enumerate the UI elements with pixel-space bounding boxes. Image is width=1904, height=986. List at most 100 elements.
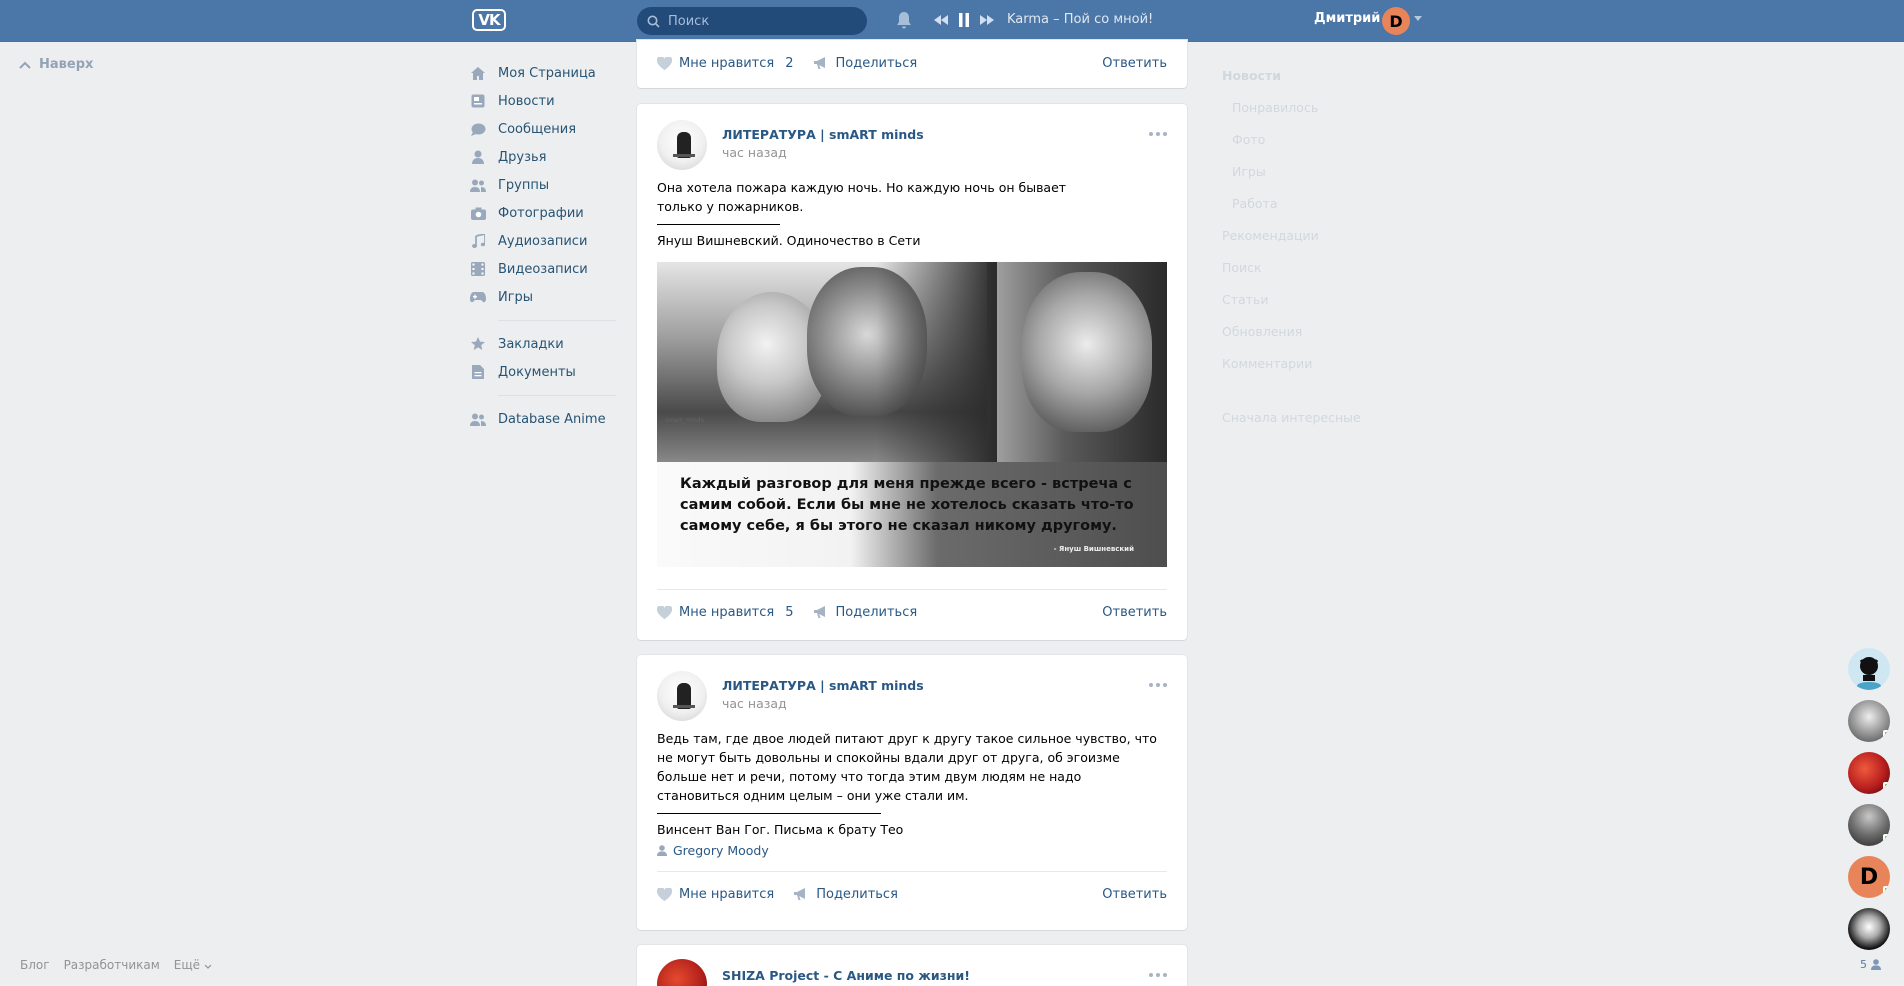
chat-avatar[interactable] xyxy=(1848,752,1890,794)
reply-button[interactable]: Ответить xyxy=(1102,605,1167,620)
feed-post: ЛИТЕРАТУРА | smART minds час назад Ведь … xyxy=(637,655,1187,930)
nav-app-database-anime[interactable]: Database Anime xyxy=(470,405,620,433)
bell-icon[interactable] xyxy=(894,10,914,30)
online-indicator xyxy=(1883,730,1890,740)
share-button[interactable]: Поделиться xyxy=(813,56,917,71)
footer-link-developers[interactable]: Разработчикам xyxy=(64,958,160,972)
filter-articles[interactable]: Статьи xyxy=(1202,283,1432,315)
now-playing-track[interactable]: Karma – Пой со мной! xyxy=(1007,12,1153,27)
online-indicator xyxy=(1883,834,1890,844)
filter-search[interactable]: Поиск xyxy=(1202,251,1432,283)
like-label: Мне нравится xyxy=(679,886,775,902)
gamepad-icon xyxy=(470,289,486,305)
post-header: ЛИТЕРАТУРА | smART minds час назад xyxy=(637,104,1187,178)
search-icon xyxy=(647,15,660,28)
nav-games[interactable]: Игры xyxy=(470,283,620,311)
filter-work[interactable]: Работа xyxy=(1202,187,1432,219)
filter-comments[interactable]: Комментарии xyxy=(1202,347,1432,379)
heart-icon xyxy=(657,887,672,901)
group-avatar[interactable] xyxy=(657,120,707,170)
post-text-body: Ведь там, где двое людей питают друг к д… xyxy=(657,731,1157,803)
music-note-icon xyxy=(470,233,486,249)
toggle-interesting-first[interactable]: Сначала интересные xyxy=(1202,401,1432,433)
more-options-icon[interactable] xyxy=(1149,683,1167,687)
user-name[interactable]: Дмитрий xyxy=(1314,11,1380,26)
share-button[interactable]: Поделиться xyxy=(794,887,898,902)
search-input[interactable] xyxy=(668,13,848,29)
post-text-source: Януш Вишневский. Одиночество в Сети xyxy=(657,233,921,248)
signer-name: Gregory Moody xyxy=(673,843,769,858)
chat-count[interactable]: 5 xyxy=(1860,958,1881,971)
pause-icon[interactable] xyxy=(956,12,972,28)
footer-link-blog[interactable]: Блог xyxy=(20,958,50,972)
filter-liked[interactable]: Понравилось xyxy=(1202,91,1432,123)
filter-photo[interactable]: Фото xyxy=(1202,123,1432,155)
chevron-down-icon[interactable] xyxy=(1414,16,1422,21)
chat-avatar[interactable] xyxy=(1848,804,1890,846)
chat-avatar[interactable]: D xyxy=(1848,856,1890,898)
like-button[interactable]: Мне нравится xyxy=(657,887,774,902)
feed-post: Мне нравится 2 Поделиться Ответить xyxy=(637,40,1187,88)
online-indicator xyxy=(1883,782,1890,792)
nav-messages[interactable]: Сообщения xyxy=(470,115,620,143)
image-signature: - Януш Вишневский xyxy=(1053,545,1134,553)
nav-label: Моя Страница xyxy=(498,65,596,81)
filter-label: Обновления xyxy=(1222,323,1303,339)
nav-label: Новости xyxy=(498,93,555,109)
post-author[interactable]: SHIZA Project - С Аниме по жизни! xyxy=(722,968,970,983)
filter-games[interactable]: Игры xyxy=(1202,155,1432,187)
post-header: ЛИТЕРАТУРА | smART minds час назад xyxy=(637,655,1187,729)
filter-updates[interactable]: Обновления xyxy=(1202,315,1432,347)
group-avatar[interactable] xyxy=(657,671,707,721)
post-time[interactable]: час назад xyxy=(722,145,787,160)
nav-friends[interactable]: Друзья xyxy=(470,143,620,171)
nav-my-page[interactable]: Моя Страница xyxy=(470,59,620,87)
reply-label: Ответить xyxy=(1102,604,1167,620)
more-options-icon[interactable] xyxy=(1149,132,1167,136)
chat-avatar[interactable] xyxy=(1848,648,1890,690)
search-box[interactable] xyxy=(637,7,867,35)
nav-label: Закладки xyxy=(498,336,564,352)
nav-documents[interactable]: Документы xyxy=(470,358,620,386)
filter-recommendations[interactable]: Рекомендации xyxy=(1202,219,1432,251)
previous-track-icon[interactable] xyxy=(933,12,949,28)
post-signer[interactable]: Gregory Moody xyxy=(637,839,1187,858)
github-octocat-icon xyxy=(1848,648,1890,690)
divider-line xyxy=(657,813,881,814)
post-time[interactable]: час назад xyxy=(722,696,787,711)
vk-logo[interactable]: VK xyxy=(472,9,506,31)
like-button[interactable]: Мне нравится 5 xyxy=(657,605,794,620)
filter-news[interactable]: Новости xyxy=(1202,59,1432,91)
reply-button[interactable]: Ответить xyxy=(1102,56,1167,71)
back-to-top-link[interactable]: Наверх xyxy=(19,57,93,72)
reply-button[interactable]: Ответить xyxy=(1102,887,1167,902)
chevron-down-icon xyxy=(204,964,212,969)
nav-video[interactable]: Видеозаписи xyxy=(470,255,620,283)
filter-label: Поиск xyxy=(1222,259,1262,275)
nav-bookmarks[interactable]: Закладки xyxy=(470,330,620,358)
filter-label: Комментарии xyxy=(1222,355,1313,371)
share-button[interactable]: Поделиться xyxy=(813,605,917,620)
nav-news[interactable]: Новости xyxy=(470,87,620,115)
user-avatar[interactable]: D xyxy=(1382,7,1410,35)
like-button[interactable]: Мне нравится 2 xyxy=(657,56,794,71)
nav-groups[interactable]: Группы xyxy=(470,171,620,199)
more-options-icon[interactable] xyxy=(1149,973,1167,977)
next-track-icon[interactable] xyxy=(979,12,995,28)
groups-icon xyxy=(470,411,486,427)
like-label: Мне нравится xyxy=(679,55,775,71)
feed-post: ЛИТЕРАТУРА | smART minds час назад Она х… xyxy=(637,104,1187,640)
camera-icon xyxy=(470,205,486,221)
group-avatar[interactable] xyxy=(657,959,707,986)
filter-label: Работа xyxy=(1232,195,1278,211)
post-author[interactable]: ЛИТЕРАТУРА | smART minds xyxy=(722,678,924,693)
nav-audio[interactable]: Аудиозаписи xyxy=(470,227,620,255)
post-author[interactable]: ЛИТЕРАТУРА | smART minds xyxy=(722,127,924,142)
nav-photos[interactable]: Фотографии xyxy=(470,199,620,227)
share-label: Поделиться xyxy=(816,886,898,902)
post-image[interactable]: smart_minds Каждый разговор для меня пре… xyxy=(657,262,1167,567)
nav-divider xyxy=(498,320,616,321)
chat-avatar[interactable] xyxy=(1848,700,1890,742)
footer-link-more[interactable]: Ещё xyxy=(174,958,212,972)
chat-avatar[interactable] xyxy=(1848,908,1890,950)
